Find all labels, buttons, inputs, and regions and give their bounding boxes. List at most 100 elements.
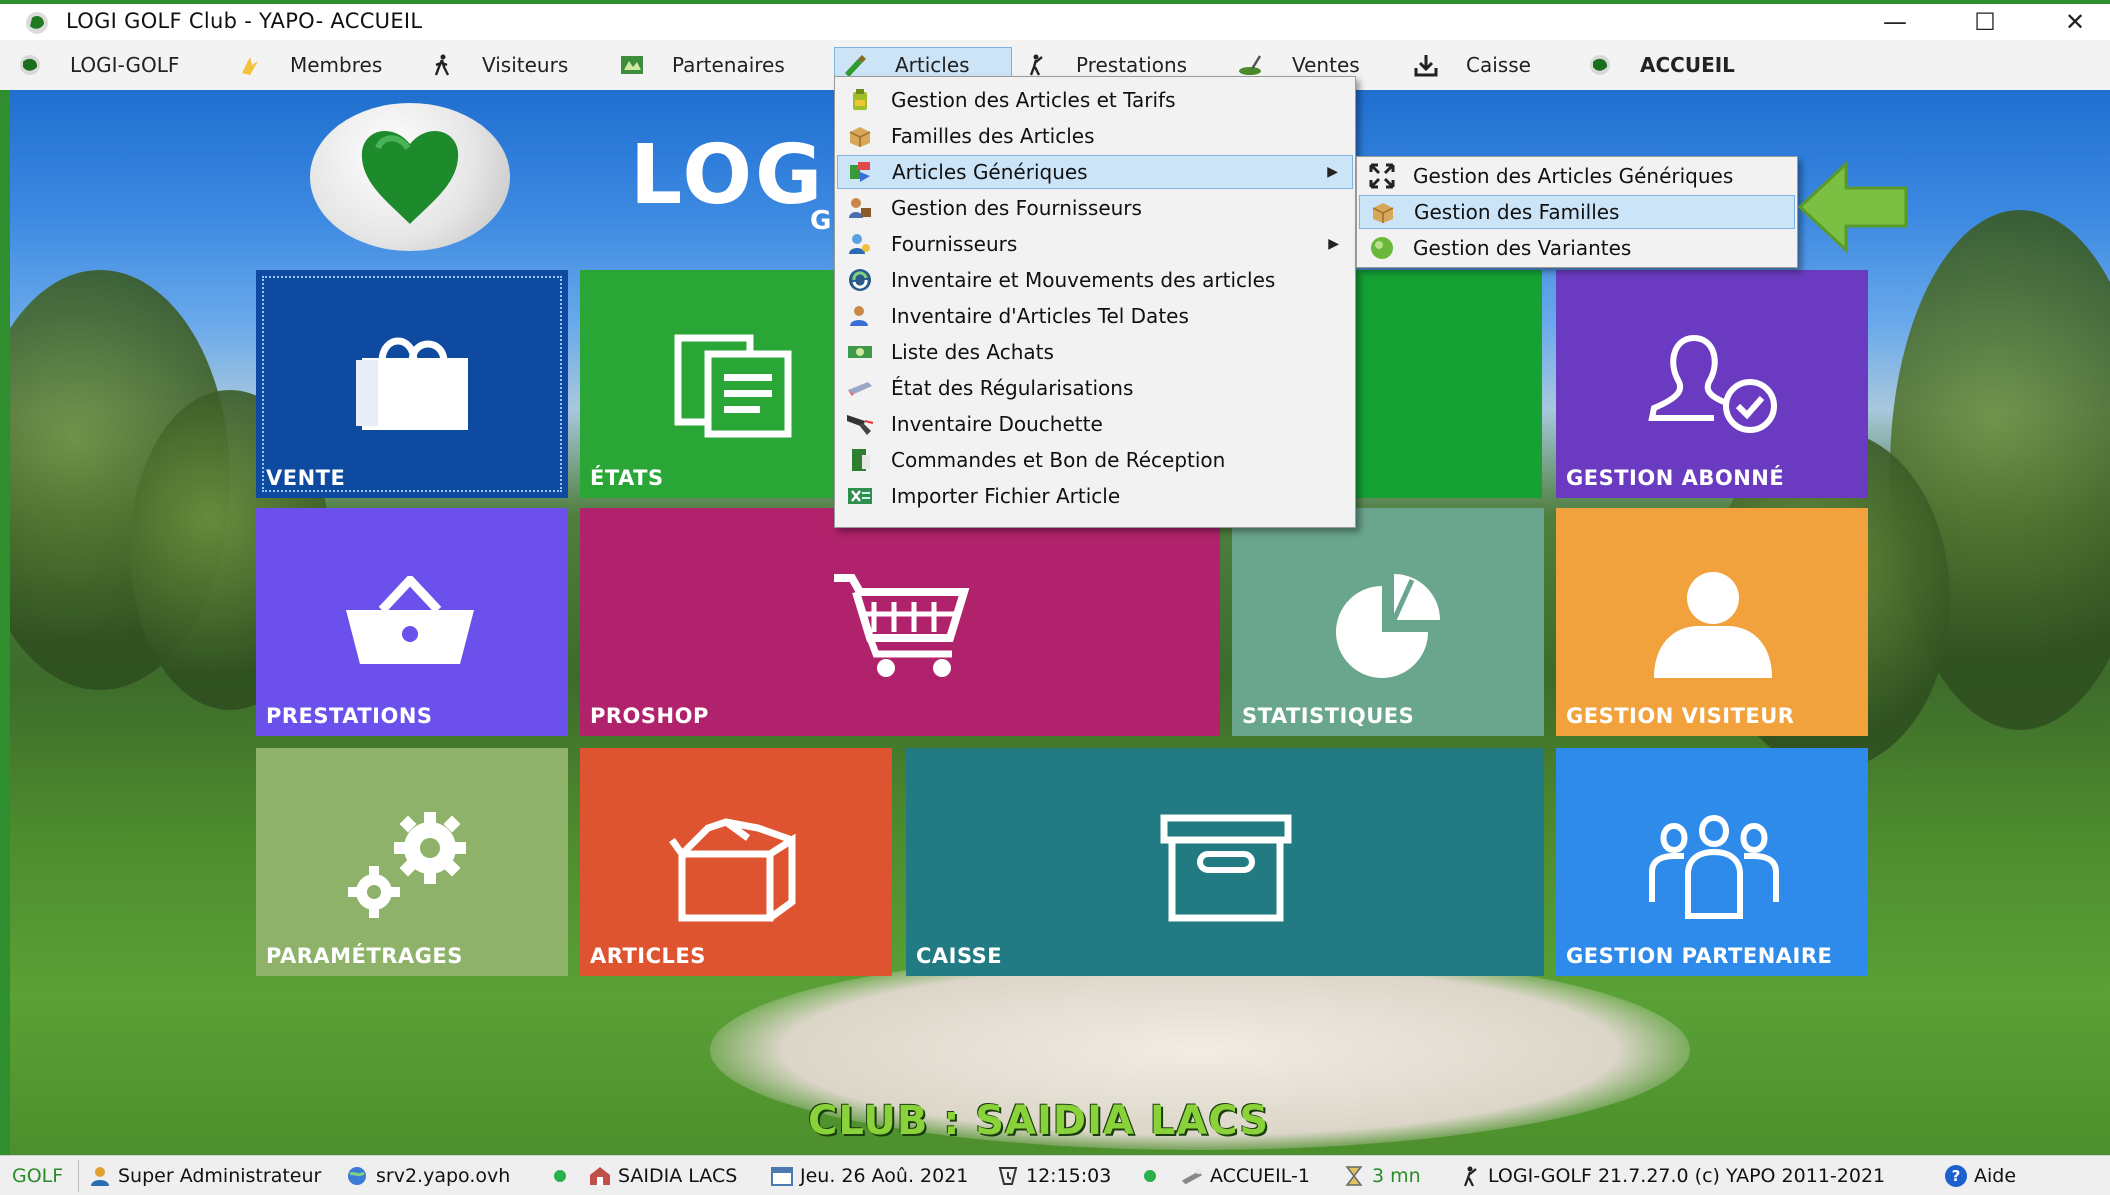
menu-item-label: Inventaire d'Articles Tel Dates xyxy=(891,304,1189,328)
menu-item-etat-regularisations[interactable]: État des Régularisations xyxy=(837,371,1353,405)
online-dot-icon xyxy=(1138,1164,1162,1188)
clock-icon xyxy=(996,1164,1020,1188)
user-check-icon xyxy=(1648,335,1777,433)
user-icon xyxy=(88,1164,112,1188)
menu-caisse[interactable]: Caisse xyxy=(1412,47,1531,83)
submenu-item-label: Gestion des Articles Génériques xyxy=(1413,164,1734,188)
menu-visiteurs[interactable]: Visiteurs xyxy=(428,47,568,83)
submenu-item-label: Gestion des Variantes xyxy=(1413,236,1632,260)
menu-item-label: Articles Génériques xyxy=(892,160,1088,184)
status-user: Super Administrateur xyxy=(88,1163,321,1189)
menu-label: Ventes xyxy=(1292,53,1360,77)
tile-articles[interactable]: ARTICLES xyxy=(580,748,892,976)
submenu-arrow-icon: ▶ xyxy=(1327,164,1338,180)
status-idle: 3 mn xyxy=(1342,1163,1421,1189)
logo-subtitle: G xyxy=(810,206,832,236)
menu-item-familles-articles[interactable]: Familles des Articles xyxy=(837,119,1353,153)
cart-icon xyxy=(834,574,970,677)
menu-item-inventaire-mouvements[interactable]: Inventaire et Mouvements des articles xyxy=(837,263,1353,297)
tile-gestion-partenaire[interactable]: GESTION PARTENAIRE xyxy=(1556,748,1868,976)
tile-hidden[interactable] xyxy=(1356,270,1542,498)
submenu-item-gestion-familles[interactable]: Gestion des Familles xyxy=(1359,195,1795,229)
menu-item-gestion-articles-tarifs[interactable]: Gestion des Articles et Tarifs xyxy=(837,83,1353,117)
status-version-label: LOGI-GOLF 21.7.27.0 (c) YAPO 2011-2021 xyxy=(1488,1165,1886,1187)
status-server: srv2.yapo.ovh xyxy=(346,1163,510,1189)
status-date-label: Jeu. 26 Aoû. 2021 xyxy=(800,1165,969,1187)
menu-partenaires[interactable]: Partenaires xyxy=(618,47,785,83)
club-banner: CLUB : SAIDIA LACS xyxy=(808,1098,1270,1144)
status-connection xyxy=(548,1163,578,1189)
menu-item-gestion-fournisseurs[interactable]: Gestion des Fournisseurs xyxy=(837,191,1353,225)
app-logo-icon xyxy=(26,12,48,34)
menu-item-label: Inventaire et Mouvements des articles xyxy=(891,268,1276,292)
menu-item-inventaire-douchette[interactable]: Inventaire Douchette xyxy=(837,407,1353,441)
pointer-arrow-icon xyxy=(1797,160,1908,254)
station-icon xyxy=(1180,1164,1204,1188)
menu-item-label: Gestion des Fournisseurs xyxy=(891,196,1142,220)
barcode-scanner-icon xyxy=(845,409,875,439)
inventory-user-icon xyxy=(845,301,875,331)
app-window: LOGI GOLF Club - YAPO- ACCUEIL — ☐ ✕ LOG… xyxy=(0,0,2110,1195)
group-icon xyxy=(1649,814,1779,919)
tile-gestion-visiteur[interactable]: GESTION VISITEUR xyxy=(1556,508,1868,736)
menu-item-label: Familles des Articles xyxy=(891,124,1095,148)
menu-membres[interactable]: Membres xyxy=(236,47,382,83)
golfer-status-icon xyxy=(1458,1164,1482,1188)
menu-item-fournisseurs[interactable]: Fournisseurs ▶ xyxy=(837,227,1353,261)
menu-item-articles-generiques[interactable]: Articles Génériques ▶ xyxy=(837,155,1353,189)
tile-label: ÉTATS xyxy=(590,466,664,490)
walker-icon xyxy=(428,51,456,79)
heart-logo-icon xyxy=(361,130,459,224)
tile-statistiques[interactable]: STATISTIQUES xyxy=(1232,508,1544,736)
menu-item-inventaire-tel-dates[interactable]: Inventaire d'Articles Tel Dates xyxy=(837,299,1353,333)
menu-label: Partenaires xyxy=(672,53,785,77)
documents-icon xyxy=(674,334,792,438)
expand-arrows-icon xyxy=(1367,161,1397,191)
box-family-icon xyxy=(845,121,875,151)
tile-label: PRESTATIONS xyxy=(266,704,433,728)
money-icon xyxy=(845,337,875,367)
tile-gestion-abonne[interactable]: GESTION ABONNÉ xyxy=(1556,270,1868,498)
tile-vente[interactable]: VENTE xyxy=(256,270,568,498)
tile-label: VENTE xyxy=(266,466,346,490)
menu-logi-golf[interactable]: LOGI-GOLF xyxy=(16,47,179,83)
submenu-item-gestion-articles-generiques[interactable]: Gestion des Articles Génériques xyxy=(1359,159,1795,193)
menu-label: Prestations xyxy=(1076,53,1188,77)
box-icon xyxy=(669,818,796,922)
menu-item-label: Liste des Achats xyxy=(891,340,1054,364)
members-icon xyxy=(236,51,264,79)
maximize-button[interactable]: ☐ xyxy=(1940,4,2030,40)
articles-icon xyxy=(841,51,869,79)
status-date: Jeu. 26 Aoû. 2021 xyxy=(770,1163,968,1189)
svg-text:?: ? xyxy=(1952,1167,1961,1185)
menu-item-liste-achats[interactable]: Liste des Achats xyxy=(837,335,1353,369)
sales-icon xyxy=(1238,51,1266,79)
menu-label: Articles xyxy=(895,53,970,77)
tile-label: STATISTIQUES xyxy=(1242,704,1415,728)
partners-icon xyxy=(618,51,646,79)
tag-icon xyxy=(845,85,875,115)
status-time-label: 12:15:03 xyxy=(1026,1165,1112,1187)
tile-etats[interactable]: ÉTATS xyxy=(580,270,840,498)
menu-item-importer-fichier[interactable]: Importer Fichier Article xyxy=(837,479,1353,513)
status-club: SAIDIA LACS xyxy=(588,1163,737,1189)
logo-text: LOG xyxy=(630,128,826,223)
tile-parametrages[interactable]: PARAMÉTRAGES xyxy=(256,748,568,976)
close-button[interactable]: ✕ xyxy=(2030,4,2110,40)
pie-chart-icon xyxy=(1336,574,1440,678)
menu-item-commandes-bon-reception[interactable]: Commandes et Bon de Réception xyxy=(837,443,1353,477)
basket-icon xyxy=(346,576,474,664)
menu-accueil[interactable]: ACCUEIL xyxy=(1586,47,1735,83)
tile-caisse[interactable]: CAISSE xyxy=(906,748,1544,976)
tile-label: GESTION VISITEUR xyxy=(1566,704,1795,728)
submenu-arrow-icon: ▶ xyxy=(1328,236,1339,252)
tile-label: PARAMÉTRAGES xyxy=(266,944,463,968)
status-server-label: srv2.yapo.ovh xyxy=(376,1165,511,1187)
help-button[interactable]: ? Aide xyxy=(1944,1163,2016,1189)
tile-label: PROSHOP xyxy=(590,704,709,728)
submenu-item-gestion-variantes[interactable]: Gestion des Variantes xyxy=(1359,231,1795,265)
tile-prestations[interactable]: PRESTATIONS xyxy=(256,508,568,736)
menu-item-label: Commandes et Bon de Réception xyxy=(891,448,1226,472)
tile-proshop[interactable]: PROSHOP xyxy=(580,508,1220,736)
minimize-button[interactable]: — xyxy=(1850,4,1940,40)
